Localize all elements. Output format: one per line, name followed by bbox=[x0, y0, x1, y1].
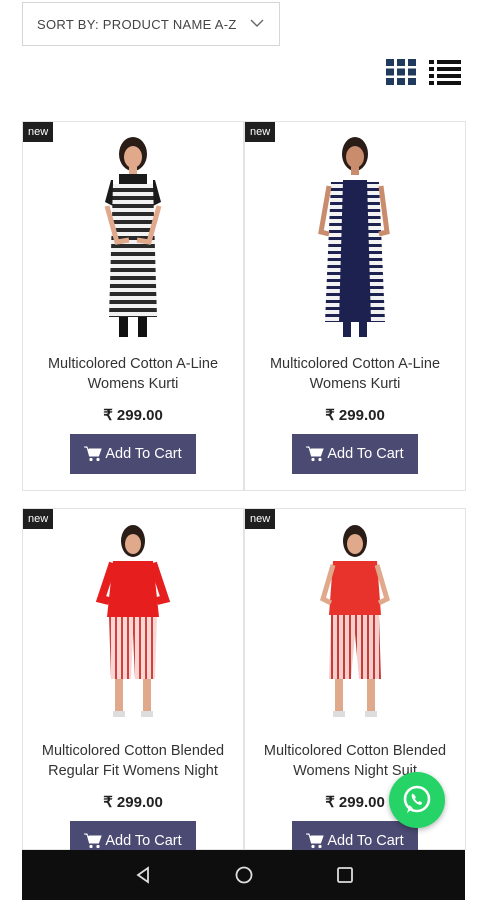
cart-icon bbox=[306, 446, 325, 462]
recents-icon[interactable] bbox=[335, 865, 355, 885]
add-to-cart-label: Add To Cart bbox=[327, 833, 404, 849]
add-to-cart-label: Add To Cart bbox=[327, 446, 404, 462]
sort-dropdown[interactable]: SORT BY: PRODUCT NAME A-Z bbox=[22, 2, 280, 46]
cart-icon bbox=[306, 833, 325, 849]
product-card[interactable]: new Multicolored Cotton A-Line Womens Ku… bbox=[244, 121, 466, 491]
product-price: ₹ 299.00 bbox=[103, 794, 163, 811]
chevron-down-icon bbox=[250, 19, 264, 27]
list-view-icon[interactable] bbox=[429, 59, 461, 85]
back-icon[interactable] bbox=[133, 865, 153, 885]
product-price: ₹ 299.00 bbox=[103, 407, 163, 424]
new-badge: new bbox=[23, 122, 54, 142]
home-icon[interactable] bbox=[234, 865, 254, 885]
cart-icon bbox=[84, 446, 103, 462]
grid-view-icon[interactable] bbox=[386, 59, 416, 85]
whatsapp-icon bbox=[403, 785, 431, 813]
product-card[interactable]: new Multicolored Cotton A-Line Womens Ku… bbox=[22, 121, 244, 491]
add-to-cart-label: Add To Cart bbox=[105, 833, 182, 849]
product-card[interactable]: new Multicolored Cotton Blended Regular … bbox=[22, 508, 244, 861]
new-badge: new bbox=[245, 509, 276, 529]
cart-icon bbox=[84, 833, 103, 849]
product-name[interactable]: Multicolored Cotton A-Line Womens Kurti bbox=[31, 354, 235, 394]
new-badge: new bbox=[245, 122, 276, 142]
add-to-cart-button[interactable]: Add To Cart bbox=[70, 434, 196, 474]
add-to-cart-label: Add To Cart bbox=[105, 446, 182, 462]
whatsapp-button[interactable] bbox=[389, 772, 445, 828]
sort-label: SORT BY: PRODUCT NAME A-Z bbox=[37, 16, 237, 32]
system-nav-bar bbox=[22, 850, 465, 900]
product-price: ₹ 299.00 bbox=[325, 407, 385, 424]
new-badge: new bbox=[23, 509, 54, 529]
product-name[interactable]: Multicolored Cotton A-Line Womens Kurti bbox=[253, 354, 457, 394]
product-image bbox=[320, 525, 390, 717]
product-name[interactable]: Multicolored Cotton Blended Regular Fit … bbox=[31, 741, 235, 781]
product-image bbox=[318, 137, 390, 337]
product-image bbox=[95, 525, 171, 717]
add-to-cart-button[interactable]: Add To Cart bbox=[292, 434, 418, 474]
product-image bbox=[104, 137, 162, 337]
